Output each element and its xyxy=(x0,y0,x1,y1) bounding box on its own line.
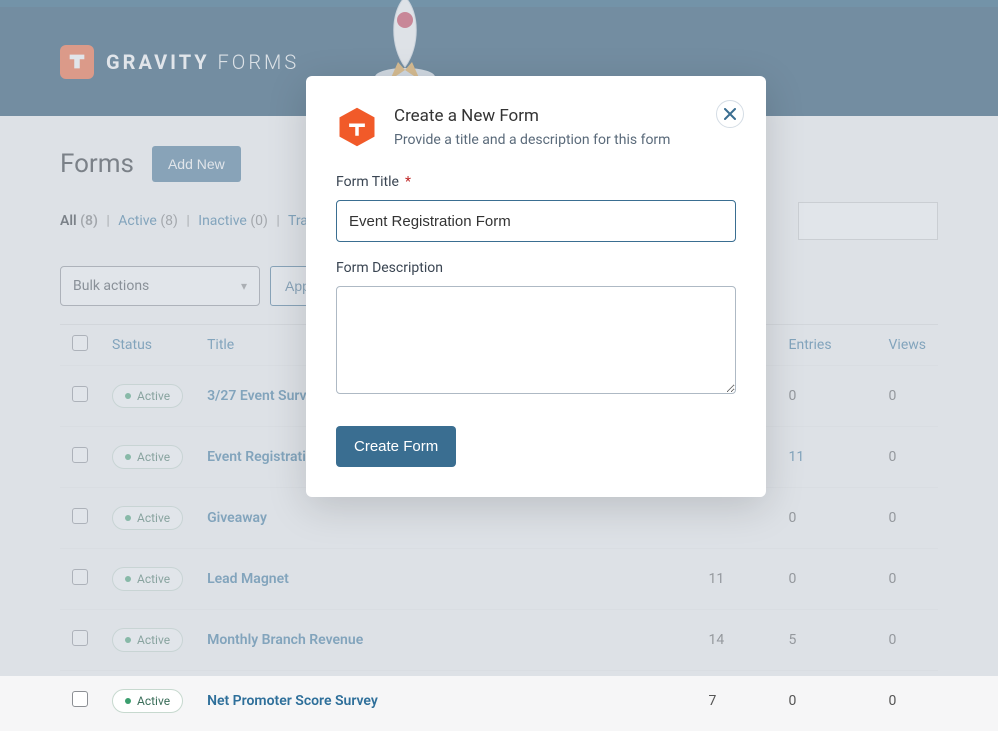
form-id: 7 xyxy=(697,671,777,731)
modal-subtitle: Provide a title and a description for th… xyxy=(394,132,670,148)
form-title-link[interactable]: Net Promoter Score Survey xyxy=(207,693,378,709)
status-badge: Active xyxy=(112,689,183,713)
form-description-label: Form Description xyxy=(336,260,736,276)
close-icon xyxy=(724,108,736,120)
form-description-field: Form Description xyxy=(336,260,736,398)
close-button[interactable] xyxy=(716,100,744,128)
create-form-button[interactable]: Create Form xyxy=(336,426,456,467)
views-count: 0 xyxy=(877,671,939,731)
table-row: ActiveNet Promoter Score Survey700 xyxy=(60,671,938,731)
form-title-label: Form Title* xyxy=(336,174,736,190)
row-checkbox[interactable] xyxy=(72,691,88,707)
modal-title: Create a New Form xyxy=(394,106,670,126)
gravity-icon xyxy=(336,106,378,148)
status-text: Active xyxy=(137,694,170,708)
form-title-field: Form Title* xyxy=(336,174,736,242)
entries-count: 0 xyxy=(777,671,877,731)
form-title-input[interactable] xyxy=(336,200,736,242)
modal-header: Create a New Form Provide a title and a … xyxy=(336,106,736,148)
create-form-modal: Create a New Form Provide a title and a … xyxy=(306,76,766,497)
form-description-input[interactable] xyxy=(336,286,736,394)
